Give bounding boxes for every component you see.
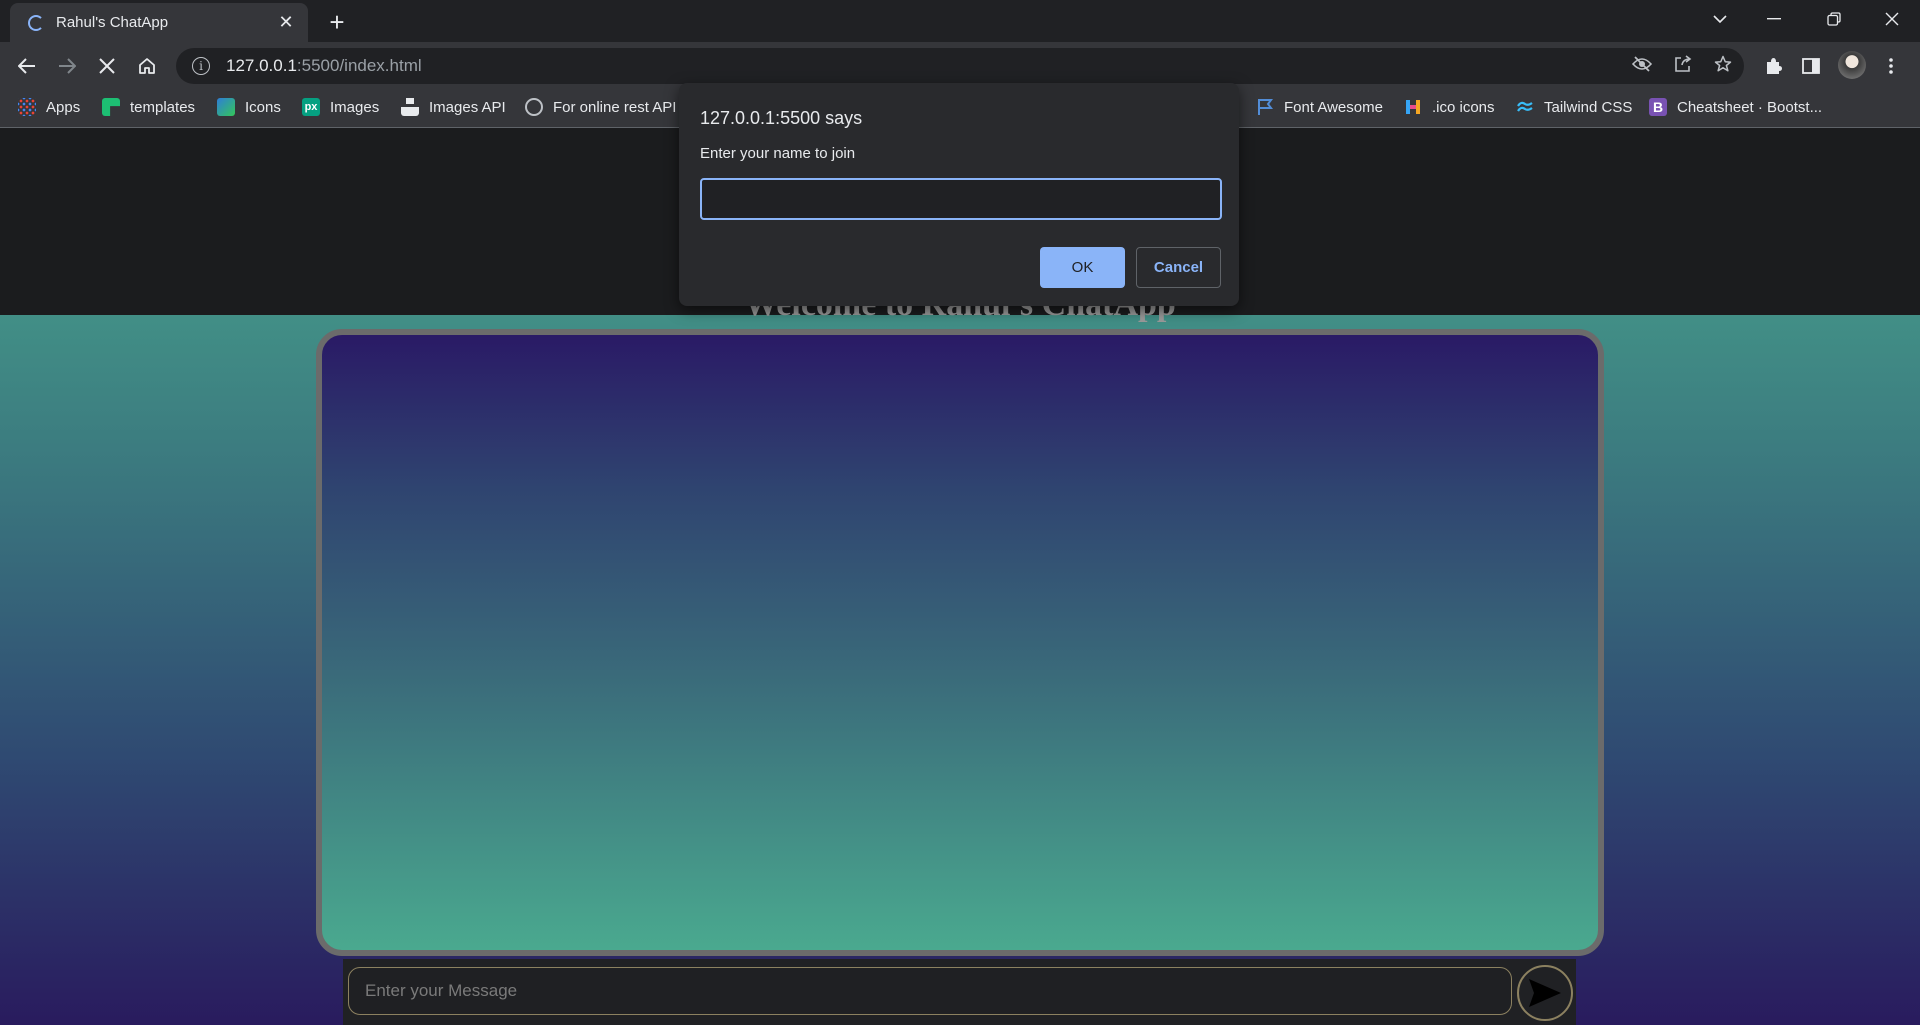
tab-title: Rahul's ChatApp: [56, 14, 169, 31]
bookmark-label: Apps: [46, 98, 81, 116]
stop-loading-button[interactable]: [90, 49, 124, 83]
tailwind-icon: [1516, 98, 1534, 116]
bookmark-label: Font Awesome: [1284, 98, 1383, 116]
bookmark-label: Cheatsheet · Bootst...: [1677, 98, 1823, 116]
icons-site-icon: [217, 98, 235, 116]
bookmark-ico-icons[interactable]: .ico icons: [1404, 90, 1495, 124]
flag-icon: [1256, 98, 1274, 116]
bookmark-label: .ico icons: [1432, 98, 1495, 116]
bookmark-images-api[interactable]: Images API: [401, 90, 506, 124]
dialog-title: 127.0.0.1:5500 says: [700, 108, 863, 128]
ico-icon: [1404, 98, 1422, 116]
name-input[interactable]: [700, 178, 1222, 220]
minimize-icon[interactable]: [1746, 0, 1802, 38]
templates-icon: [102, 98, 120, 116]
browser-tab[interactable]: Rahul's ChatApp ✕: [10, 3, 308, 42]
dialog-message: Enter your name to join: [700, 145, 856, 162]
bookmark-tailwind[interactable]: Tailwind CSS: [1516, 90, 1632, 124]
url-host: 127.0.0.1: [226, 56, 297, 75]
extensions-icon[interactable]: [1758, 51, 1788, 81]
address-bar[interactable]: i 127.0.0.1:5500/index.html: [176, 48, 1744, 84]
url-path: :5500/index.html: [296, 56, 422, 75]
ok-button[interactable]: OK: [1040, 247, 1125, 288]
back-button[interactable]: [10, 49, 44, 83]
send-button[interactable]: [1517, 965, 1573, 1021]
bookmark-label: Tailwind CSS: [1544, 98, 1633, 116]
restore-icon[interactable]: [1806, 0, 1862, 38]
bookmark-icons[interactable]: Icons: [217, 90, 281, 124]
profile-avatar[interactable]: [1838, 51, 1866, 79]
bookmark-templates[interactable]: templates: [102, 90, 195, 124]
unsplash-icon: [401, 98, 419, 116]
cancel-button[interactable]: Cancel: [1136, 247, 1221, 288]
bookmark-images[interactable]: px Images: [302, 90, 379, 124]
pexels-icon: px: [302, 98, 320, 116]
tab-search-icon[interactable]: [1692, 0, 1748, 38]
bookmark-font-awesome[interactable]: Font Awesome: [1256, 90, 1383, 124]
bookmark-label: templates: [130, 98, 196, 116]
new-tab-button[interactable]: +: [322, 7, 352, 37]
close-window-icon[interactable]: [1864, 0, 1920, 38]
bookmark-label: For online rest API: [553, 98, 677, 116]
bookmark-label: Images API: [429, 98, 506, 116]
tab-close-icon[interactable]: ✕: [276, 12, 296, 33]
tab-strip: Rahul's ChatApp ✕ +: [0, 0, 1920, 42]
menu-kebab-icon[interactable]: [1876, 51, 1906, 81]
bookmark-rest-api[interactable]: For online rest API: [525, 90, 676, 124]
apps-grid-icon: [18, 98, 36, 116]
forward-button[interactable]: [50, 49, 84, 83]
bookmark-label: Images: [330, 98, 380, 116]
send-icon: [1529, 979, 1561, 1007]
bookmark-bootstrap[interactable]: B Cheatsheet · Bootst...: [1649, 90, 1822, 124]
chat-messages-container[interactable]: [316, 329, 1604, 956]
message-input[interactable]: [348, 967, 1512, 1015]
home-button[interactable]: [130, 49, 164, 83]
eye-slash-icon[interactable]: [1631, 55, 1653, 77]
bootstrap-icon: B: [1649, 98, 1667, 116]
share-icon[interactable]: [1674, 54, 1692, 78]
message-composer: [343, 959, 1576, 1025]
bookmark-star-icon[interactable]: [1714, 55, 1732, 78]
bookmark-label: Icons: [245, 98, 281, 116]
side-panel-icon[interactable]: [1796, 51, 1826, 81]
info-icon[interactable]: i: [192, 57, 210, 75]
loading-spinner-icon: [28, 14, 44, 31]
rest-api-icon: [525, 98, 543, 116]
prompt-dialog: 127.0.0.1:5500 says Enter your name to j…: [679, 83, 1239, 306]
bookmark-apps[interactable]: Apps: [18, 90, 80, 124]
